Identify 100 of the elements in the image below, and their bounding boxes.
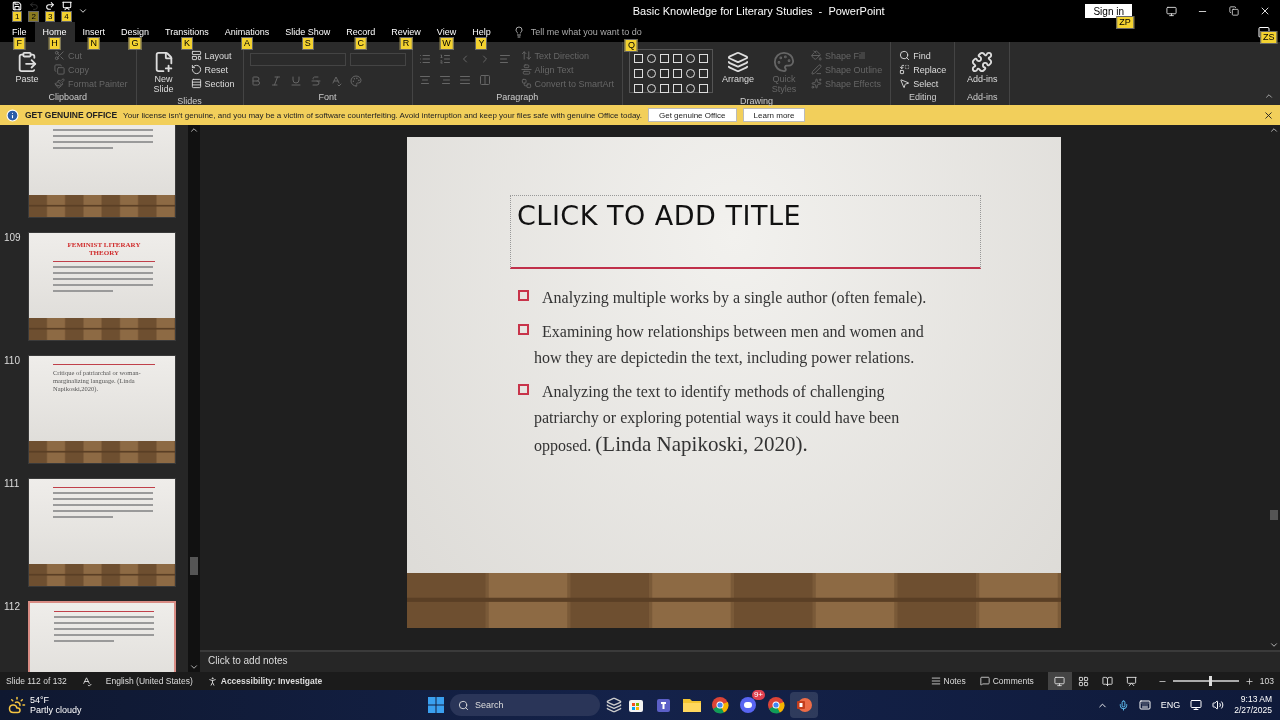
search-field[interactable]: Search <box>450 694 600 716</box>
ribbon-button[interactable]: Select <box>897 77 949 90</box>
notes-field[interactable]: Click to add notes <box>200 650 1280 672</box>
slide-thumbnail[interactable] <box>28 125 176 218</box>
scroll-up-icon[interactable] <box>1269 125 1279 135</box>
customize-icon[interactable] <box>77 6 88 16</box>
window-title: Basic Knowledge for Literary Studies - PowerPoint <box>631 5 886 17</box>
scroll-up-icon[interactable] <box>189 125 199 135</box>
pointer-icon <box>899 78 911 89</box>
keytip: F <box>13 37 25 50</box>
notice-button[interactable]: Get genuine Office <box>647 108 737 122</box>
reading-view-icon <box>1102 675 1114 687</box>
weather-icon[interactable] <box>8 696 26 714</box>
ribbon-button[interactable]: Layout <box>188 49 237 62</box>
pen-icon <box>811 64 823 75</box>
zoom-thumb[interactable] <box>1209 676 1213 686</box>
slide-count: Slide 112 of 132 <box>6 676 67 686</box>
shapes-gallery[interactable] <box>629 49 714 93</box>
zoom-level[interactable]: 103 <box>1259 676 1274 686</box>
scrollbar-thumb[interactable] <box>190 557 198 575</box>
keytip: Y <box>475 37 488 50</box>
align-icon <box>520 64 532 75</box>
bullet-icon <box>518 384 529 395</box>
sign-in-button[interactable]: Sign in <box>1085 4 1132 18</box>
tell-me-field[interactable]: Tell me what you want to do <box>530 27 642 37</box>
ribbon-button[interactable]: New Slide <box>142 49 185 96</box>
save-icon[interactable] <box>12 0 23 11</box>
notice-message: Your license isn't genuine, and you may be a victim of software counterfeiting. Avoid interruption and keep your files safe with genuine Office today. <box>123 110 642 120</box>
paragraph-icon[interactable] <box>498 53 511 65</box>
notice-button[interactable]: Learn more <box>742 108 806 122</box>
accessibility-icon <box>206 675 218 687</box>
slide-number: 109 <box>4 232 21 243</box>
spelling-icon[interactable] <box>80 675 92 687</box>
keytip: W <box>439 37 454 50</box>
keytip: H <box>48 37 61 50</box>
keytip: S <box>301 37 314 50</box>
keyboard-icon[interactable] <box>1138 699 1151 711</box>
close-icon[interactable] <box>1263 109 1274 121</box>
keytip: ZS <box>1260 31 1278 44</box>
ribbon-button[interactable]: Arrange <box>717 49 760 96</box>
group-label: Drawing <box>739 96 775 106</box>
slideshow-view-icon <box>1126 675 1138 687</box>
replace-icon <box>899 64 911 75</box>
normal-view-icon <box>1054 675 1066 687</box>
ribbon-button[interactable]: Find <box>897 49 949 62</box>
paragraph-icon[interactable] <box>458 74 471 86</box>
paragraph-icon[interactable] <box>438 53 451 65</box>
ribbon-button[interactable]: Section <box>188 77 237 90</box>
text-direction-icon <box>520 50 532 61</box>
reset-icon <box>190 64 202 75</box>
zoom-in-icon[interactable] <box>1244 676 1254 686</box>
keytip: 3 <box>44 10 56 22</box>
title-placeholder[interactable]: CLICK TO ADD TITLE <box>510 195 981 269</box>
scrollbar-thumb[interactable] <box>1270 510 1278 520</box>
ribbon-button[interactable]: Reset <box>188 63 237 76</box>
slide-thumbnail[interactable] <box>28 478 176 587</box>
keytip: A <box>241 37 253 50</box>
task-view-icon[interactable] <box>606 697 622 713</box>
info-icon <box>6 108 19 122</box>
lightbulb-icon <box>512 26 525 38</box>
ribbon-button[interactable]: Replace <box>897 63 949 76</box>
ribbon-display-icon[interactable] <box>1166 5 1177 17</box>
sparkles-icon <box>811 78 823 89</box>
layers-icon <box>727 51 750 73</box>
clock-time[interactable]: 9:13 AM <box>1240 694 1272 705</box>
comments-button[interactable]: Comments <box>979 676 1034 686</box>
notification-badge: 9+ <box>751 690 765 700</box>
present-icon[interactable] <box>61 0 72 11</box>
keytip: K <box>180 37 193 50</box>
paragraph-icon[interactable] <box>438 74 451 86</box>
network-icon[interactable] <box>1190 699 1203 711</box>
teams-icon <box>655 696 673 714</box>
microphone-icon[interactable] <box>1117 699 1129 711</box>
ribbon-button[interactable]: Paste <box>6 49 48 92</box>
view-button[interactable] <box>1047 672 1072 690</box>
volume-icon[interactable] <box>1212 699 1225 711</box>
redo-icon[interactable] <box>45 0 56 11</box>
restore-icon[interactable] <box>1228 6 1239 16</box>
scroll-down-icon[interactable] <box>1269 640 1279 650</box>
accessibility-button[interactable]: Accessibility: Investigate <box>206 675 323 687</box>
clipboard-icon <box>16 51 38 73</box>
copy-icon <box>54 64 65 75</box>
paragraph-icon[interactable] <box>418 53 431 65</box>
notes-button[interactable]: Notes <box>930 676 966 686</box>
notes-icon <box>930 676 941 686</box>
language-button[interactable]: English (United States) <box>105 676 193 686</box>
collapse-icon[interactable] <box>1264 91 1274 101</box>
font-size-field[interactable] <box>349 53 406 66</box>
group-label: Editing <box>907 92 938 104</box>
ribbon-button[interactable]: Add-ins <box>961 49 1004 92</box>
keytip: 2 <box>28 10 39 22</box>
font-name-field[interactable] <box>249 53 346 66</box>
paragraph-icon[interactable] <box>418 74 431 86</box>
keytip: 1 <box>12 10 23 22</box>
scroll-down-icon[interactable] <box>189 662 199 672</box>
paragraph-icon[interactable] <box>478 74 491 86</box>
group-label: Add-ins <box>965 92 999 104</box>
temperature: 54°F <box>30 695 51 705</box>
input-language[interactable]: ENG <box>1160 700 1181 710</box>
clock-date[interactable]: 2/27/2025 <box>1234 705 1272 716</box>
